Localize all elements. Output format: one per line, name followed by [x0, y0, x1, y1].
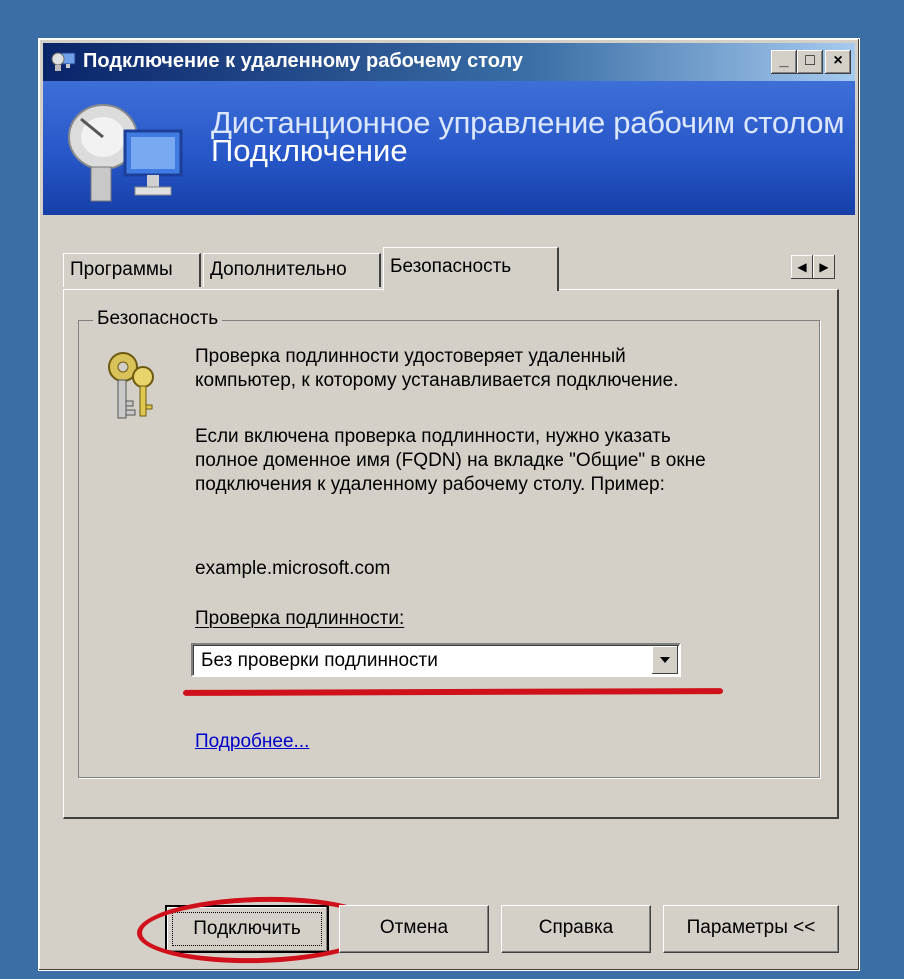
fqdn-note-line3: подключения к удаленному рабочему столу.…	[195, 474, 665, 495]
auth-select[interactable]: Без проверки подлинности	[191, 643, 681, 677]
tab-scroll-right-icon[interactable]: ▶	[813, 255, 835, 279]
header-banner: Дистанционное управление рабочим столом …	[43, 81, 855, 215]
dropdown-button[interactable]	[652, 646, 678, 674]
tab-security[interactable]: Безопасность	[383, 247, 559, 291]
minimize-button[interactable]: _	[771, 50, 797, 74]
satellite-computer-icon	[68, 104, 183, 202]
security-tab-panel: Безопасность Проверка подлинности удосто…	[63, 289, 839, 819]
help-button[interactable]: Справка	[501, 905, 651, 953]
tab-advanced[interactable]: Дополнительно	[203, 253, 381, 287]
chevron-down-icon	[660, 657, 670, 663]
auth-label: Проверка подлинности:	[195, 608, 405, 629]
maximize-button[interactable]: □	[797, 50, 823, 74]
highlight-underline	[182, 688, 724, 696]
title-bar[interactable]: Подключение к удаленному рабочему столу …	[43, 43, 855, 81]
more-info-link[interactable]: Подробнее...	[195, 731, 309, 753]
cancel-button[interactable]: Отмена	[339, 905, 489, 953]
banner-title: Подключение	[211, 133, 408, 168]
auth-description-line1: Проверка подлинности удостоверяет удален…	[195, 346, 626, 367]
tab-programs[interactable]: Программы	[63, 253, 201, 287]
options-button[interactable]: Параметры <<	[663, 905, 839, 953]
example-host: example.microsoft.com	[195, 558, 391, 579]
tab-scroll-left-icon[interactable]: ◀	[791, 255, 813, 279]
security-group: Безопасность Проверка подлинности удосто…	[78, 308, 820, 778]
rdp-dialog: Подключение к удаленному рабочему столу …	[38, 38, 860, 971]
auth-description-line2: компьютер, к которому устанавливается по…	[195, 370, 679, 391]
close-button[interactable]: ×	[825, 50, 851, 74]
window-title: Подключение к удаленному рабочему столу	[83, 50, 524, 72]
keys-icon	[108, 352, 154, 419]
fqdn-note-line2: полное доменное имя (FQDN) на вкладке "О…	[195, 450, 706, 471]
fqdn-note-line1: Если включена проверка подлинности, нужн…	[195, 426, 671, 447]
group-title: Безопасность	[93, 308, 223, 330]
remote-desktop-icon	[51, 52, 76, 71]
auth-select-value: Без проверки подлинности	[201, 650, 438, 671]
tab-strip: Программы Дополнительно Безопасность ◀ ▶	[63, 247, 843, 291]
